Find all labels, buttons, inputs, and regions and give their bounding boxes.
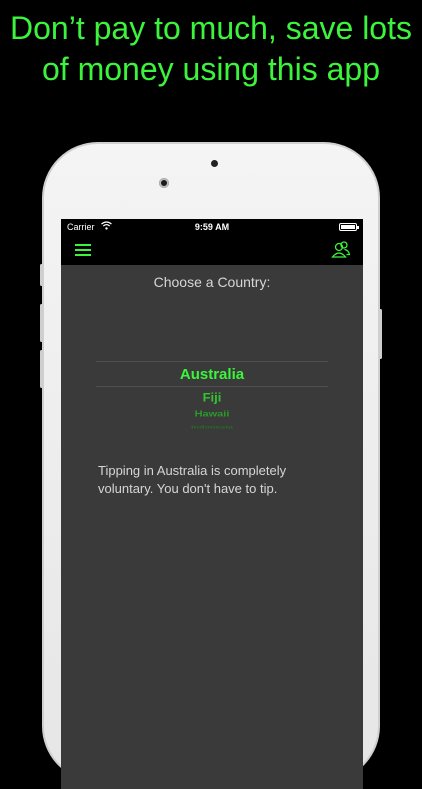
battery-icon: [339, 223, 359, 231]
promo-headline: Don’t pay to much, save lots of money us…: [10, 10, 412, 87]
speaker-dot: [211, 160, 218, 167]
picker-option-selected[interactable]: Australia: [96, 366, 328, 383]
hamburger-icon-line: [75, 254, 91, 256]
user-accounts-button[interactable]: [331, 240, 351, 260]
picker-divider-top: [96, 361, 328, 362]
app-screen: Carrier 9:59 AM Choose a Country: Austra…: [61, 219, 363, 789]
front-camera: [159, 178, 169, 188]
nav-bar: [61, 235, 363, 265]
volume-up-button: [40, 304, 43, 342]
picker-divider-bottom: [96, 386, 328, 387]
picker-option[interactable]: Indonesia: [96, 425, 328, 430]
volume-down-button: [40, 350, 43, 388]
menu-button[interactable]: [75, 242, 93, 258]
phone-frame: Carrier 9:59 AM Choose a Country: Austra…: [40, 142, 382, 789]
mute-switch: [40, 264, 43, 286]
power-button: [379, 309, 382, 359]
picker-option[interactable]: Fiji: [96, 391, 328, 405]
hamburger-icon: [75, 244, 91, 246]
country-picker[interactable]: Australia Fiji Hawaii Indonesia: [96, 354, 328, 439]
picker-option[interactable]: Hawaii: [96, 410, 328, 419]
choose-country-label: Choose a Country:: [153, 274, 271, 290]
tipping-info-text: Tipping in Australia is completely volun…: [98, 463, 287, 496]
status-time: 9:59 AM: [194, 222, 230, 232]
user-accounts-icon: [331, 241, 351, 258]
hamburger-icon-line: [75, 249, 91, 251]
status-bar: Carrier 9:59 AM: [61, 219, 363, 235]
